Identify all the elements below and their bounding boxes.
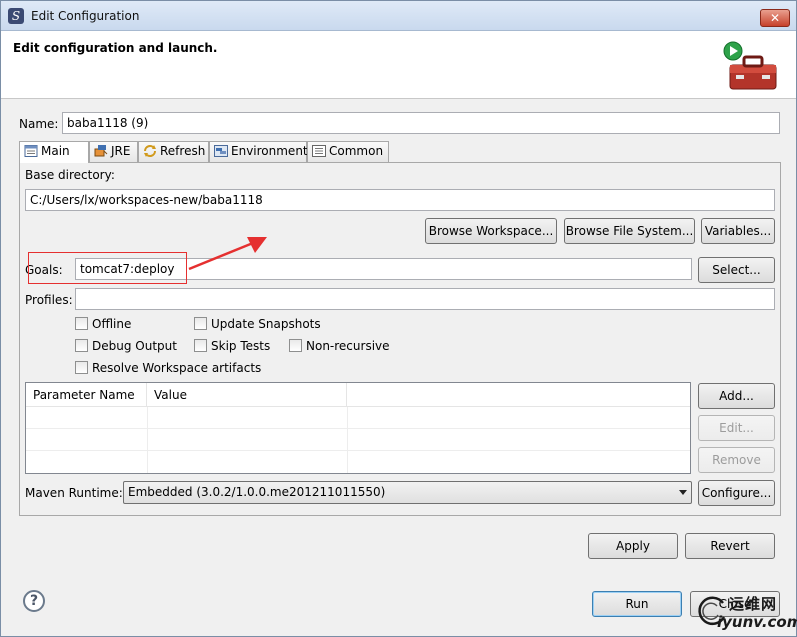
parameters-table[interactable]: Parameter Name Value bbox=[25, 382, 691, 474]
non-recursive-checkbox-box[interactable] bbox=[289, 339, 302, 352]
table-row[interactable] bbox=[26, 451, 690, 473]
window-close-button[interactable]: ✕ bbox=[760, 9, 790, 27]
tab-refresh-label: Refresh bbox=[160, 144, 206, 158]
tab-refresh[interactable]: Refresh bbox=[138, 141, 209, 162]
title-bar[interactable]: S Edit Configuration ✕ bbox=[1, 1, 796, 31]
environment-tab-icon bbox=[214, 145, 228, 157]
table-row[interactable] bbox=[26, 407, 690, 429]
table-row[interactable] bbox=[26, 429, 690, 451]
apply-button[interactable]: Apply bbox=[588, 533, 678, 559]
maven-runtime-label: Maven Runtime: bbox=[25, 486, 123, 500]
profiles-label: Profiles: bbox=[25, 293, 73, 307]
browse-workspace-button[interactable]: Browse Workspace... bbox=[425, 218, 557, 244]
base-directory-input[interactable]: C:/Users/lx/workspaces-new/baba1118 bbox=[25, 189, 775, 211]
resolve-workspace-checkbox-box[interactable] bbox=[75, 361, 88, 374]
revert-button[interactable]: Revert bbox=[685, 533, 775, 559]
variables-button[interactable]: Variables... bbox=[701, 218, 775, 244]
debug-output-checkbox-box[interactable] bbox=[75, 339, 88, 352]
maven-runtime-selected-value: Embedded (3.0.2/1.0.0.me201211011550) bbox=[128, 485, 386, 499]
refresh-tab-icon bbox=[144, 145, 156, 157]
offline-checkbox-box[interactable] bbox=[75, 317, 88, 330]
update-snapshots-checkbox-label: Update Snapshots bbox=[211, 317, 321, 331]
chevron-down-icon[interactable] bbox=[679, 490, 687, 495]
tab-main[interactable]: Main bbox=[19, 141, 89, 163]
update-snapshots-checkbox[interactable]: Update Snapshots bbox=[194, 317, 321, 331]
tab-main-label: Main bbox=[41, 144, 70, 158]
annotation-arrow-icon bbox=[188, 237, 267, 271]
watermark-text-cn: 运维网 bbox=[729, 595, 778, 613]
offline-checkbox-label: Offline bbox=[92, 317, 132, 331]
banner-title: Edit configuration and launch. bbox=[13, 41, 218, 55]
resolve-workspace-checkbox[interactable]: Resolve Workspace artifacts bbox=[75, 361, 261, 375]
tab-environment-label: Environment bbox=[231, 144, 308, 158]
edit-parameter-button[interactable]: Edit... bbox=[698, 415, 775, 441]
skip-tests-checkbox[interactable]: Skip Tests bbox=[194, 339, 270, 353]
non-recursive-checkbox[interactable]: Non-recursive bbox=[289, 339, 390, 353]
remove-parameter-button[interactable]: Remove bbox=[698, 447, 775, 473]
debug-output-checkbox-label: Debug Output bbox=[92, 339, 177, 353]
debug-output-checkbox[interactable]: Debug Output bbox=[75, 339, 177, 353]
tab-jre-label: JRE bbox=[111, 144, 131, 158]
common-tab-icon bbox=[312, 145, 326, 157]
profiles-input[interactable] bbox=[75, 288, 775, 310]
goals-annotation-box bbox=[28, 252, 187, 284]
edit-configuration-dialog: S Edit Configuration ✕ Edit configuratio… bbox=[0, 0, 797, 637]
resolve-workspace-checkbox-label: Resolve Workspace artifacts bbox=[92, 361, 262, 375]
skip-tests-checkbox-label: Skip Tests bbox=[211, 339, 271, 353]
parameters-table-header: Parameter Name Value bbox=[26, 383, 690, 407]
help-icon[interactable]: ? bbox=[23, 590, 45, 612]
add-parameter-button[interactable]: Add... bbox=[698, 383, 775, 409]
tab-environment[interactable]: Environment bbox=[209, 141, 308, 162]
column-divider bbox=[147, 407, 148, 473]
watermark-text-url: iyunv.com bbox=[717, 613, 797, 631]
window-title: Edit Configuration bbox=[31, 9, 140, 23]
run-button[interactable]: Run bbox=[592, 591, 682, 617]
column-divider bbox=[347, 407, 348, 473]
name-input[interactable]: baba1118 (9) bbox=[62, 112, 780, 134]
column-header-parameter-name[interactable]: Parameter Name bbox=[26, 383, 147, 407]
browse-file-system-button[interactable]: Browse File System... bbox=[564, 218, 695, 244]
jre-tab-icon bbox=[94, 145, 108, 157]
toolbox-run-icon bbox=[723, 41, 777, 90]
configure-runtime-button[interactable]: Configure... bbox=[698, 480, 775, 506]
header-banner: Edit configuration and launch. bbox=[1, 31, 796, 99]
offline-checkbox[interactable]: Offline bbox=[75, 317, 131, 331]
tab-common[interactable]: Common bbox=[307, 141, 389, 162]
column-header-value[interactable]: Value bbox=[147, 383, 347, 407]
base-directory-label: Base directory: bbox=[25, 168, 115, 182]
name-label: Name: bbox=[19, 117, 59, 131]
tab-jre[interactable]: JRE bbox=[89, 141, 138, 162]
select-goals-button[interactable]: Select... bbox=[698, 257, 775, 283]
main-tab-icon bbox=[24, 145, 38, 157]
update-snapshots-checkbox-box[interactable] bbox=[194, 317, 207, 330]
skip-tests-checkbox-box[interactable] bbox=[194, 339, 207, 352]
eclipse-app-icon: S bbox=[8, 8, 24, 24]
maven-runtime-select[interactable]: Embedded (3.0.2/1.0.0.me201211011550) bbox=[123, 481, 692, 504]
site-watermark: 运维网 iyunv.com bbox=[693, 589, 797, 636]
non-recursive-checkbox-label: Non-recursive bbox=[306, 339, 390, 353]
tab-common-label: Common bbox=[329, 144, 384, 158]
